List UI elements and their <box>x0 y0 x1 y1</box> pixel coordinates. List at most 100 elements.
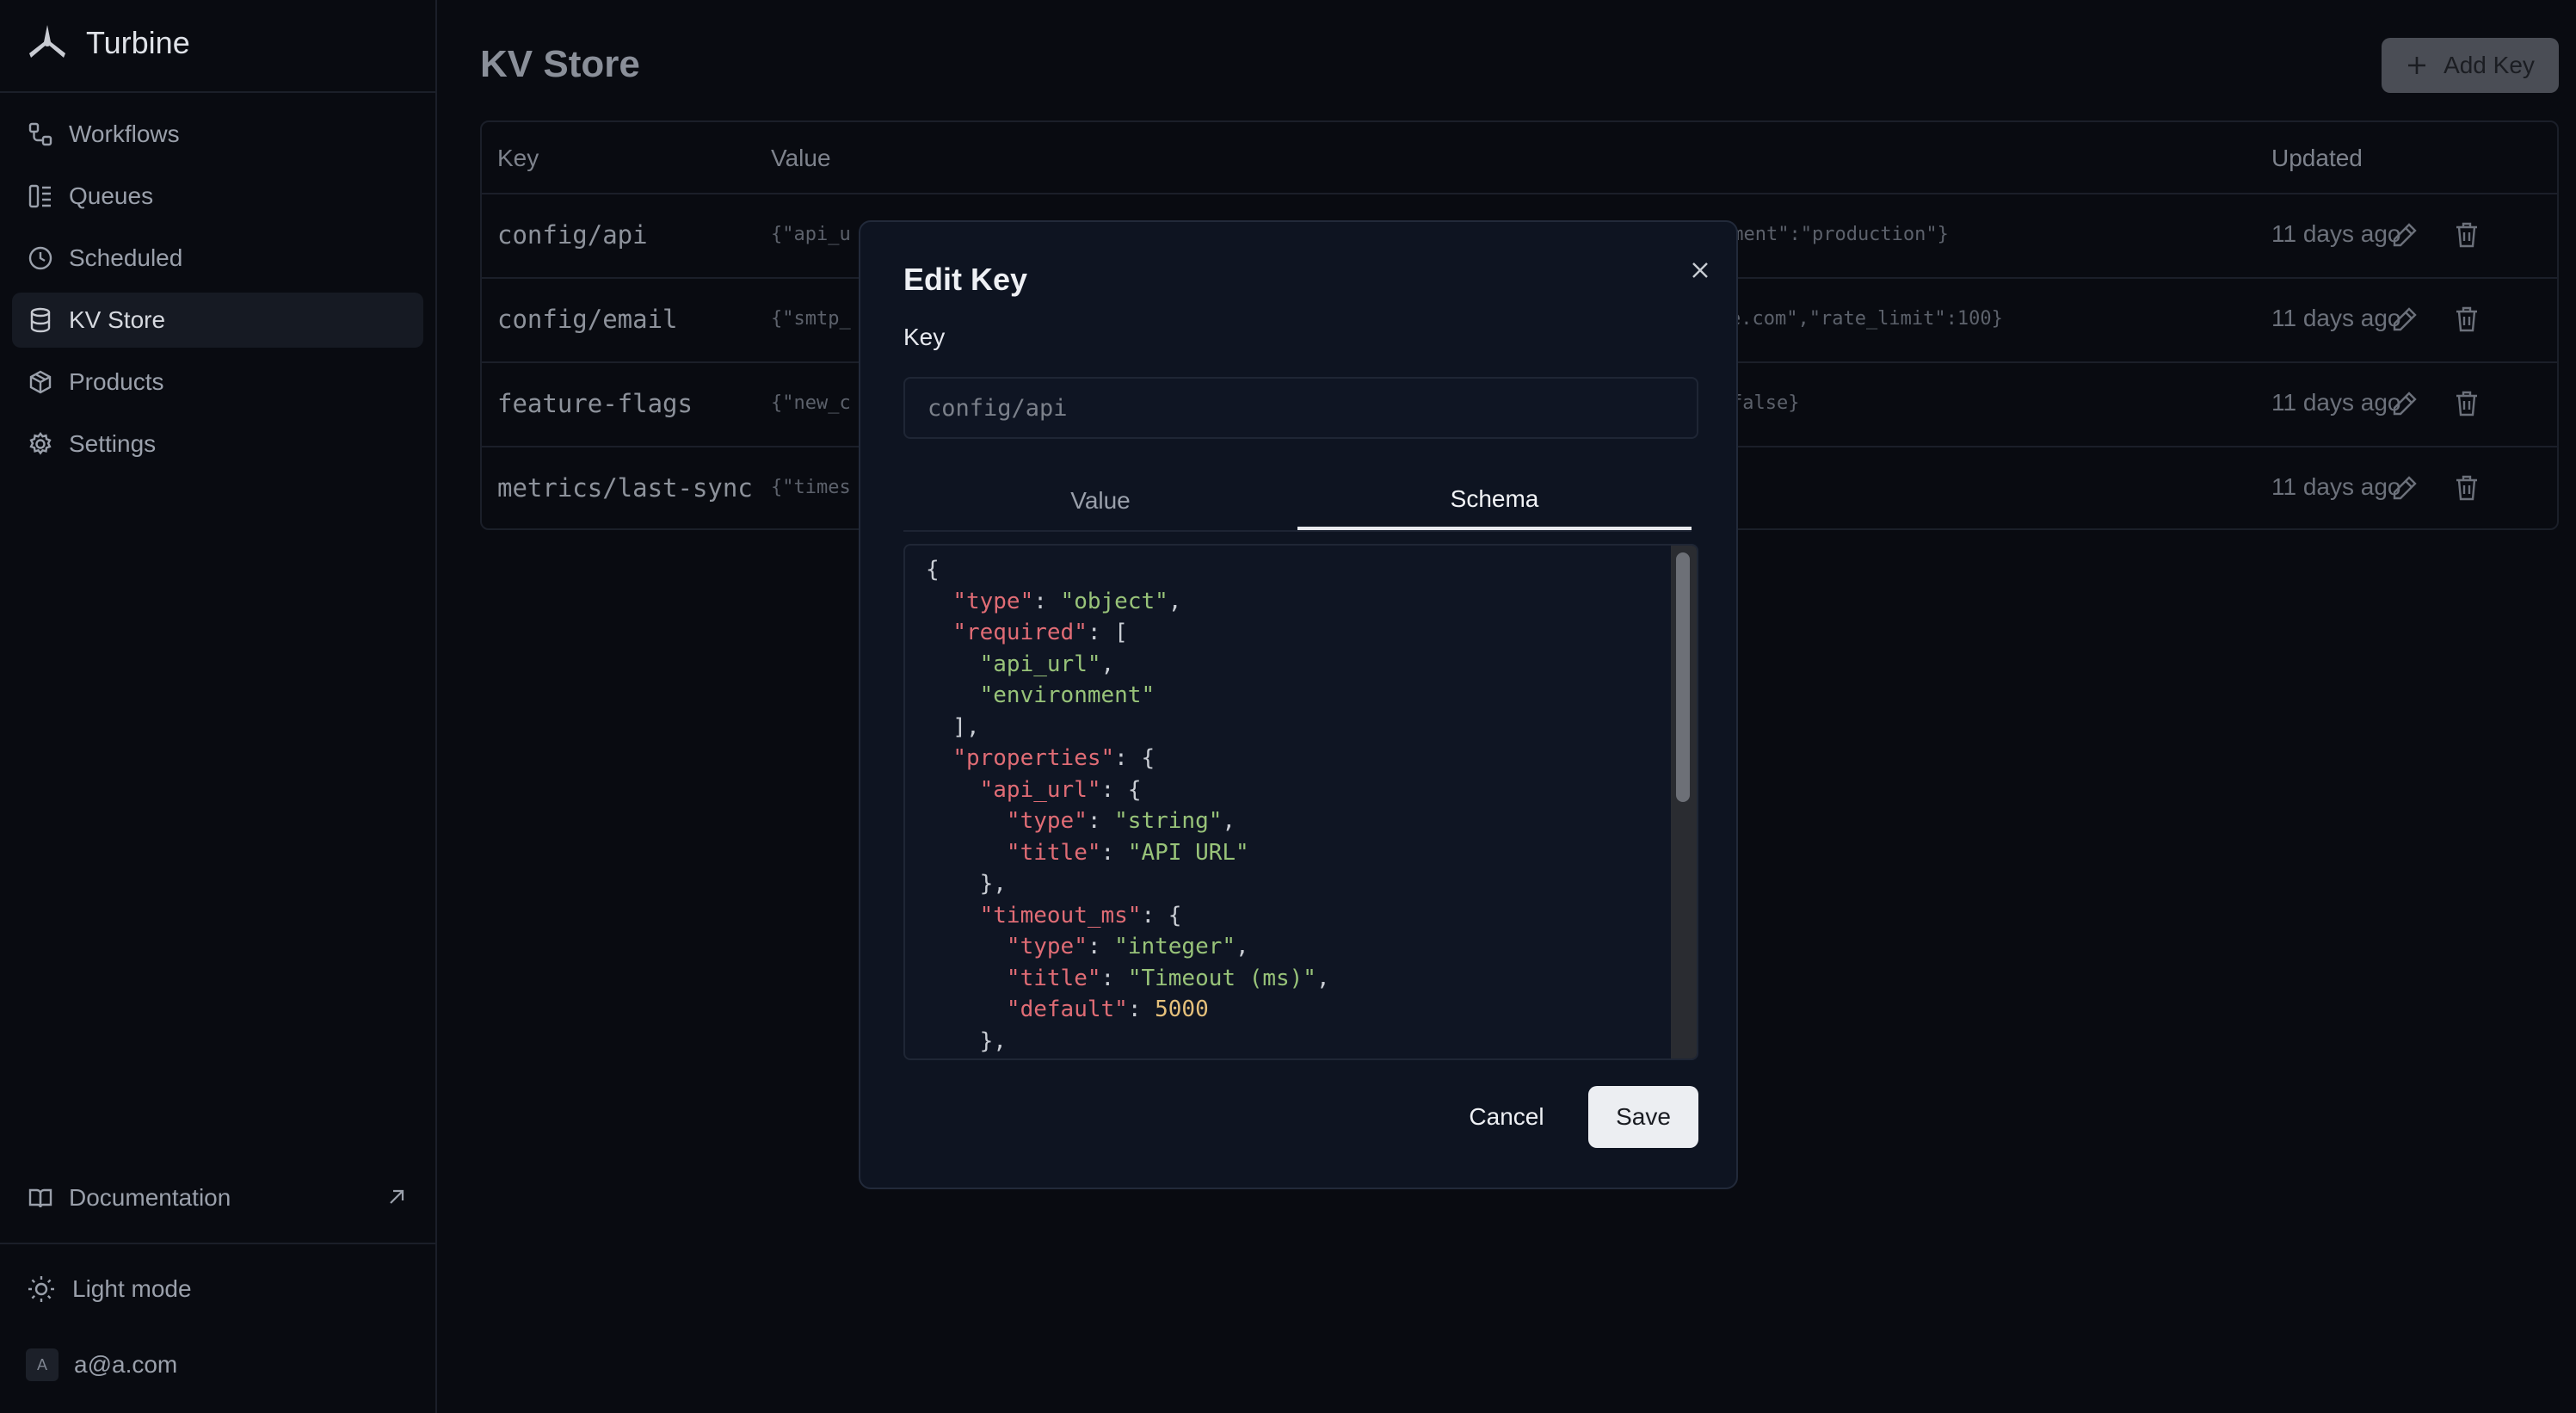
code-line: "api_url": { <box>926 776 1142 803</box>
code-line: ], <box>926 713 980 740</box>
json-punctuation <box>926 966 1007 991</box>
documentation-link[interactable]: Documentation <box>12 1170 423 1225</box>
json-punctuation: : <box>1087 808 1115 834</box>
code-line: "type": "string", <box>926 808 1236 834</box>
scrollbar-thumb[interactable] <box>1676 552 1690 802</box>
code-line: "type": "integer", <box>926 934 1249 959</box>
json-punctuation: , <box>1222 808 1236 834</box>
row-value-tail: false} <box>1731 392 1800 414</box>
edit-icon[interactable] <box>2390 220 2419 250</box>
row-updated: 11 days ago <box>2271 473 2401 500</box>
queues-icon <box>28 183 53 209</box>
documentation-label: Documentation <box>69 1184 231 1211</box>
json-key: "required" <box>952 620 1088 645</box>
sidebar-item-kv-store[interactable]: KV Store <box>12 293 423 348</box>
json-punctuation: : <box>1100 965 1128 991</box>
json-punctuation <box>926 997 1007 1022</box>
json-string: "string" <box>1114 808 1223 834</box>
json-punctuation: : { <box>1100 776 1142 803</box>
json-string: "environment" <box>979 682 1156 708</box>
key-input[interactable]: config/api <box>903 377 1698 439</box>
sidebar-item-label: KV Store <box>69 306 166 333</box>
json-punctuation <box>926 745 952 771</box>
page-title: KV Store <box>480 43 640 85</box>
json-punctuation <box>926 777 980 803</box>
json-punctuation: : [ <box>1087 620 1128 645</box>
sidebar-item-scheduled[interactable]: Scheduled <box>12 231 423 286</box>
sidebar-item-products[interactable]: Products <box>12 355 423 410</box>
json-punctuation: }, <box>926 1027 1007 1054</box>
tab-schema[interactable]: Schema <box>1297 472 1692 530</box>
workflow-icon <box>28 121 53 147</box>
edit-icon[interactable] <box>2390 473 2419 503</box>
column-header-updated[interactable]: Updated <box>2271 145 2363 172</box>
edit-icon[interactable] <box>2390 389 2419 418</box>
json-punctuation: , <box>1168 588 1182 614</box>
json-punctuation <box>926 651 980 677</box>
trash-icon[interactable] <box>2452 473 2481 503</box>
json-key: "type" <box>952 588 1034 614</box>
package-icon <box>28 369 53 395</box>
json-punctuation: ], <box>926 713 980 740</box>
code-line: "properties": { <box>926 745 1155 771</box>
row-value-tail: e.com","rate_limit":100} <box>1729 308 2003 330</box>
json-punctuation <box>926 589 952 614</box>
json-punctuation: , <box>1236 934 1249 959</box>
row-key: config/api <box>497 220 648 250</box>
row-key: metrics/last-sync <box>497 473 753 503</box>
editor-scrollbar[interactable] <box>1671 546 1697 1058</box>
user-menu[interactable]: A a@a.com <box>26 1337 177 1392</box>
external-link-icon <box>385 1186 408 1208</box>
clock-icon <box>28 245 53 271</box>
row-updated: 11 days ago <box>2271 220 2401 247</box>
add-key-button[interactable]: Add Key <box>2382 38 2559 93</box>
json-punctuation <box>926 682 980 708</box>
sidebar-item-label: Scheduled <box>69 244 183 271</box>
column-header-value[interactable]: Value <box>771 145 831 172</box>
row-value: {"api_u <box>771 224 851 245</box>
sidebar-item-label: Products <box>69 368 164 395</box>
code-line: "api_url", <box>926 651 1115 677</box>
avatar: A <box>26 1348 59 1381</box>
sidebar-item-settings[interactable]: Settings <box>12 416 423 472</box>
json-punctuation <box>926 620 952 645</box>
theme-toggle[interactable]: Light mode <box>26 1262 192 1317</box>
code-line: "default": 5000 <box>926 997 1209 1022</box>
schema-editor[interactable]: { "type": "object", "required": [ "api_u… <box>903 544 1698 1060</box>
json-punctuation: { <box>926 557 940 583</box>
close-icon[interactable] <box>1683 253 1717 287</box>
sidebar-item-queues[interactable]: Queues <box>12 169 423 224</box>
database-icon <box>28 307 53 333</box>
json-key: "title" <box>1006 839 1101 866</box>
editor-tabs: Value Schema <box>903 472 1692 532</box>
tab-value[interactable]: Value <box>903 472 1297 530</box>
json-punctuation: : <box>1127 997 1156 1022</box>
trash-icon[interactable] <box>2452 305 2481 334</box>
json-punctuation <box>926 808 1007 834</box>
json-key: "title" <box>1006 965 1101 991</box>
row-key: config/email <box>497 305 678 334</box>
edit-icon[interactable] <box>2390 305 2419 334</box>
sidebar: Turbine Workflows Queues Scheduled KV St… <box>0 0 437 1413</box>
schema-code[interactable]: { "type": "object", "required": [ "api_u… <box>926 554 1330 1057</box>
key-field-label: Key <box>903 324 946 350</box>
trash-icon[interactable] <box>2452 389 2481 418</box>
row-value-tail: nment":"production"} <box>1721 224 1949 245</box>
sidebar-footer-divider <box>0 1243 435 1244</box>
json-key: "timeout_ms" <box>979 902 1142 929</box>
edit-key-dialog: Edit Key Key config/api Value Schema { "… <box>859 220 1738 1189</box>
json-string: "API URL" <box>1127 839 1249 866</box>
brand[interactable]: Turbine <box>26 17 190 69</box>
json-punctuation: : <box>1033 588 1061 614</box>
sidebar-item-workflows[interactable]: Workflows <box>12 107 423 162</box>
trash-icon[interactable] <box>2452 220 2481 250</box>
json-punctuation: , <box>1316 965 1330 991</box>
json-string: "Timeout (ms)" <box>1127 965 1316 991</box>
save-button[interactable]: Save <box>1588 1086 1698 1148</box>
column-header-key[interactable]: Key <box>497 145 539 172</box>
cancel-button[interactable]: Cancel <box>1445 1086 1568 1148</box>
sidebar-divider <box>0 91 435 93</box>
code-line: "title": "Timeout (ms)", <box>926 966 1330 991</box>
json-string: "integer" <box>1114 934 1236 959</box>
sidebar-item-label: Workflows <box>69 120 180 147</box>
